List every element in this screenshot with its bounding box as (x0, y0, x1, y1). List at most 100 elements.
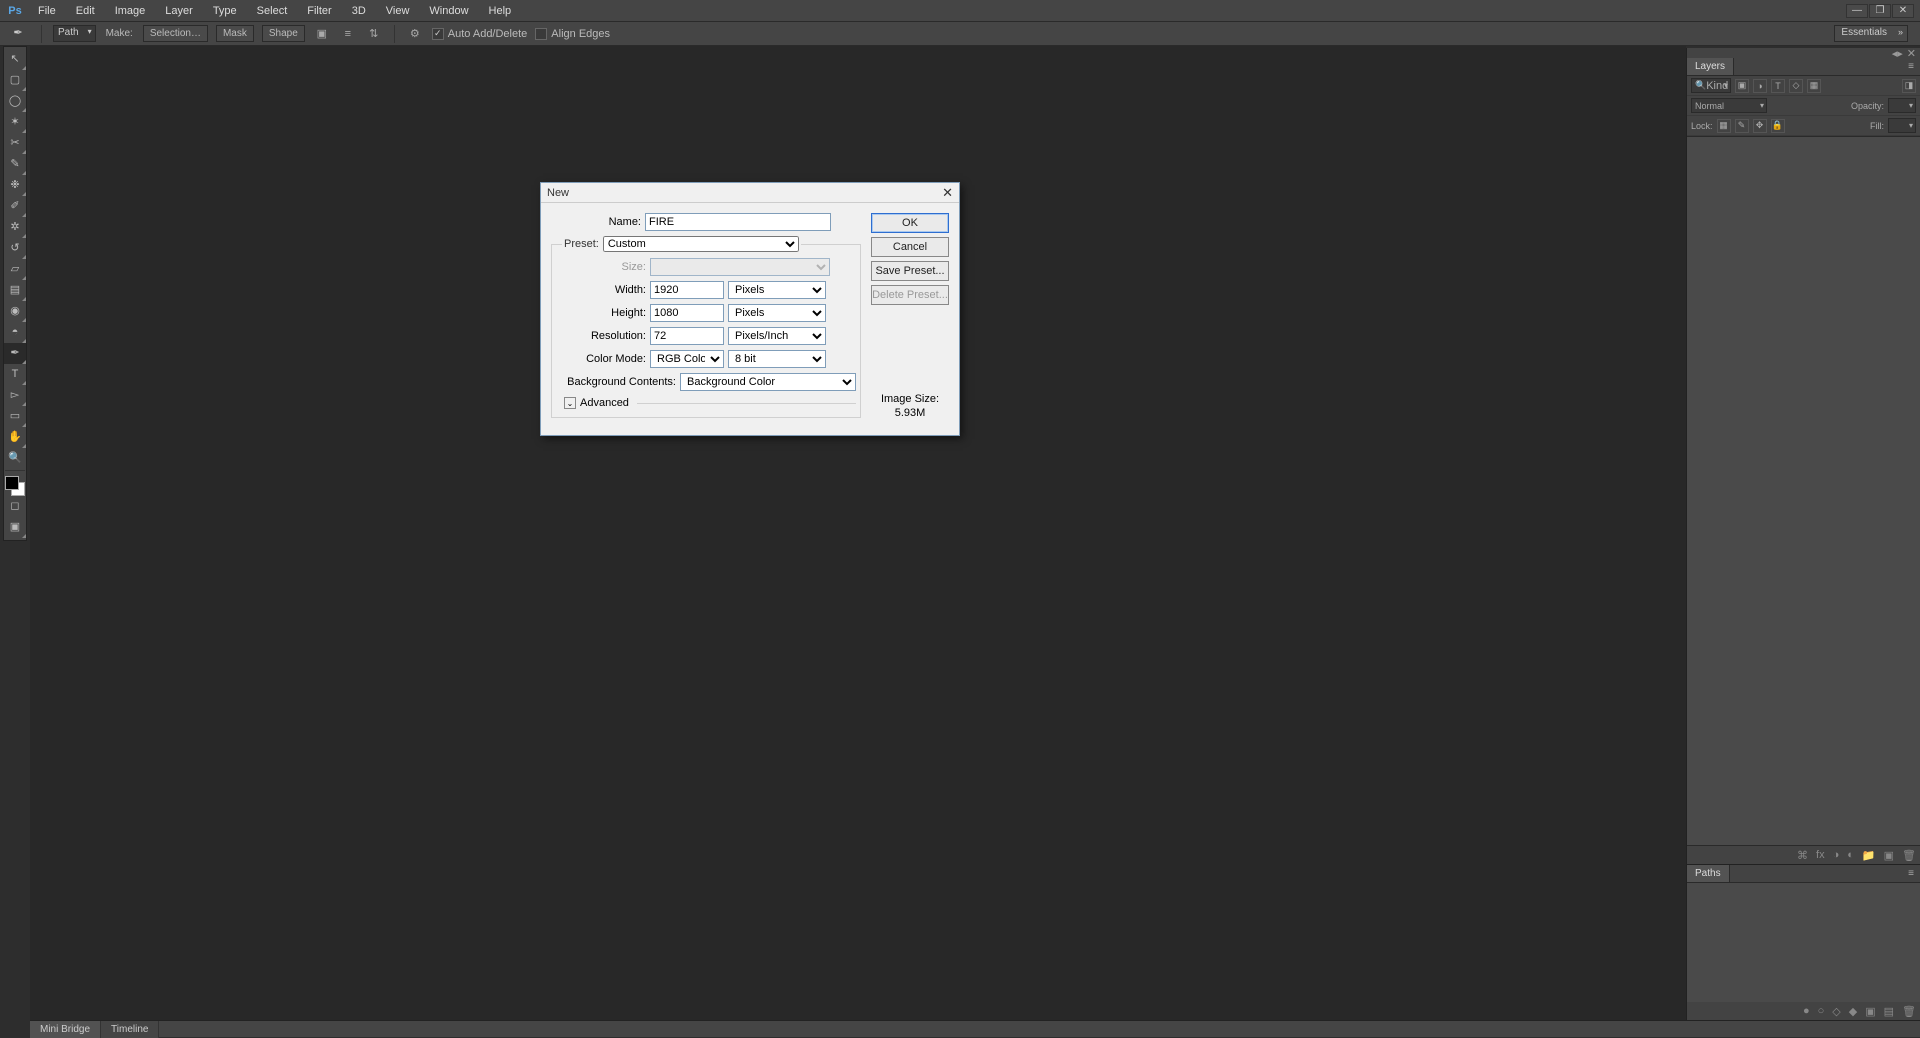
layers-list[interactable] (1687, 136, 1920, 846)
color-mode-label: Color Mode: (556, 353, 646, 365)
panel-collapse-strip[interactable]: ◂▸✕ (1687, 48, 1920, 58)
paths-footer: ● ○ ◇ ◆ ▣ ▤ 🗑 (1687, 1002, 1920, 1020)
filter-type-icon[interactable]: T (1771, 79, 1785, 93)
tab-timeline[interactable]: Timeline (101, 1021, 159, 1038)
window-minimize[interactable]: — (1846, 4, 1868, 18)
menu-edit[interactable]: Edit (66, 0, 105, 22)
path-to-selection-icon[interactable]: ◇ (1832, 1005, 1840, 1018)
size-label: Size: (556, 261, 646, 273)
save-preset-button[interactable]: Save Preset... (871, 261, 949, 281)
fx-icon[interactable]: fx (1816, 849, 1825, 861)
add-mask-icon[interactable]: ◑ (1833, 849, 1840, 861)
filter-shape-icon[interactable]: ◇ (1789, 79, 1803, 93)
fill-field[interactable] (1888, 118, 1916, 133)
tab-mini-bridge[interactable]: Mini Bridge (30, 1021, 101, 1038)
path-mode-select[interactable]: Path (53, 25, 96, 42)
status-bar: Mini Bridge Timeline (30, 1020, 1920, 1037)
options-bar: ✒ Path Make: Selection… Mask Shape ▣ ≡ ⇅… (0, 22, 1920, 46)
layers-tabs: Layers ≡ (1687, 58, 1920, 76)
auto-add-delete-checkbox[interactable]: Auto Add/Delete (432, 28, 528, 40)
menu-3d[interactable]: 3D (342, 0, 376, 22)
cancel-button[interactable]: Cancel (871, 237, 949, 257)
fill-label: Fill: (1870, 121, 1884, 131)
resolution-unit-select[interactable]: Pixels/Inch (728, 327, 826, 345)
add-mask-from-path-icon[interactable]: ▣ (1865, 1005, 1875, 1018)
workspace-selector[interactable]: Essentials (1834, 25, 1908, 42)
fill-path-icon[interactable]: ● (1803, 1005, 1810, 1017)
menu-image[interactable]: Image (105, 0, 156, 22)
adjustment-layer-icon[interactable]: ◐ (1847, 849, 1854, 861)
delete-layer-icon[interactable]: 🗑 (1902, 849, 1916, 862)
group-icon[interactable]: 📁 (1862, 849, 1876, 862)
new-layer-icon[interactable]: ▣ (1884, 849, 1894, 862)
align-edges-checkbox[interactable]: Align Edges (535, 28, 610, 40)
lock-all-icon[interactable]: 🔒 (1771, 119, 1785, 133)
make-selection-button[interactable]: Selection… (143, 25, 208, 42)
layers-footer: ⌘ fx ◑ ◐ 📁 ▣ 🗑 (1687, 846, 1920, 864)
make-mask-button[interactable]: Mask (216, 25, 254, 42)
height-unit-select[interactable]: Pixels (728, 304, 826, 322)
menu-help[interactable]: Help (479, 0, 522, 22)
layers-panel-menu[interactable]: ≡ (1902, 58, 1920, 75)
window-close[interactable]: ✕ (1892, 4, 1914, 18)
tool-preset-picker[interactable]: ✒ (6, 25, 30, 43)
tab-paths[interactable]: Paths (1687, 865, 1730, 882)
paths-list[interactable] (1687, 883, 1920, 1002)
filter-toggle[interactable]: ◨ (1902, 79, 1916, 93)
layer-filter-kind[interactable]: 🔍 Kind (1691, 78, 1731, 93)
filter-smart-icon[interactable]: ▦ (1807, 79, 1821, 93)
right-panels: ◂▸✕ Layers ≡ 🔍 Kind ▣ ◑ T ◇ ▦ ◨ Normal O… (1686, 48, 1920, 1020)
blend-mode-select[interactable]: Normal (1691, 98, 1767, 113)
path-arrange-icon[interactable]: ⇅ (365, 25, 383, 43)
window-maximize[interactable]: ❐ (1869, 4, 1891, 18)
background-select[interactable]: Background Color (680, 373, 856, 391)
height-input[interactable] (650, 304, 724, 322)
preset-label: Preset: (564, 238, 599, 250)
image-size-label: Image Size: (871, 393, 949, 405)
menubar: Ps File Edit Image Layer Type Select Fil… (0, 0, 1920, 22)
lock-position-icon[interactable]: ✎ (1735, 119, 1749, 133)
menu-layer[interactable]: Layer (155, 0, 203, 22)
tab-layers[interactable]: Layers (1687, 58, 1734, 75)
width-input[interactable] (650, 281, 724, 299)
menu-view[interactable]: View (376, 0, 420, 22)
dialog-title-text: New (547, 187, 569, 199)
gear-icon[interactable]: ⚙ (406, 25, 424, 43)
selection-to-path-icon[interactable]: ◆ (1849, 1005, 1857, 1018)
dialog-titlebar[interactable]: New ✕ (541, 183, 959, 203)
resolution-input[interactable] (650, 327, 724, 345)
paths-panel-menu[interactable]: ≡ (1902, 865, 1920, 882)
menu-window[interactable]: Window (419, 0, 478, 22)
lock-move-icon[interactable]: ✥ (1753, 119, 1767, 133)
name-input[interactable] (645, 213, 831, 231)
menu-filter[interactable]: Filter (297, 0, 341, 22)
new-path-icon[interactable]: ▤ (1884, 1005, 1894, 1018)
bit-depth-select[interactable]: 8 bit (728, 350, 826, 368)
preset-select[interactable]: Custom (603, 236, 799, 252)
opacity-field[interactable] (1888, 98, 1916, 113)
color-mode-select[interactable]: RGB Color (650, 350, 724, 368)
dialog-close-icon[interactable]: ✕ (942, 185, 953, 201)
make-shape-button[interactable]: Shape (262, 25, 305, 42)
stroke-path-icon[interactable]: ○ (1818, 1005, 1825, 1017)
name-label: Name: (551, 216, 641, 228)
menu-type[interactable]: Type (203, 0, 247, 22)
menu-select[interactable]: Select (247, 0, 298, 22)
menu-file[interactable]: File (28, 0, 66, 22)
lock-pixels-icon[interactable]: ▦ (1717, 119, 1731, 133)
chevron-down-icon: ⌄ (564, 397, 576, 409)
path-ops-icon[interactable]: ▣ (313, 25, 331, 43)
lock-label: Lock: (1691, 121, 1713, 131)
delete-path-icon[interactable]: 🗑 (1902, 1005, 1916, 1018)
image-size-readout: Image Size: 5.93M (871, 391, 949, 421)
filter-pixel-icon[interactable]: ▣ (1735, 79, 1749, 93)
width-unit-select[interactable]: Pixels (728, 281, 826, 299)
separator (394, 25, 395, 43)
make-label: Make: (106, 28, 133, 39)
ok-button[interactable]: OK (871, 213, 949, 233)
filter-adjust-icon[interactable]: ◑ (1753, 79, 1767, 93)
advanced-toggle[interactable]: ⌄ Advanced (564, 397, 856, 409)
advanced-label: Advanced (580, 397, 629, 409)
link-layers-icon[interactable]: ⌘ (1797, 849, 1808, 862)
path-align-icon[interactable]: ≡ (339, 25, 357, 43)
